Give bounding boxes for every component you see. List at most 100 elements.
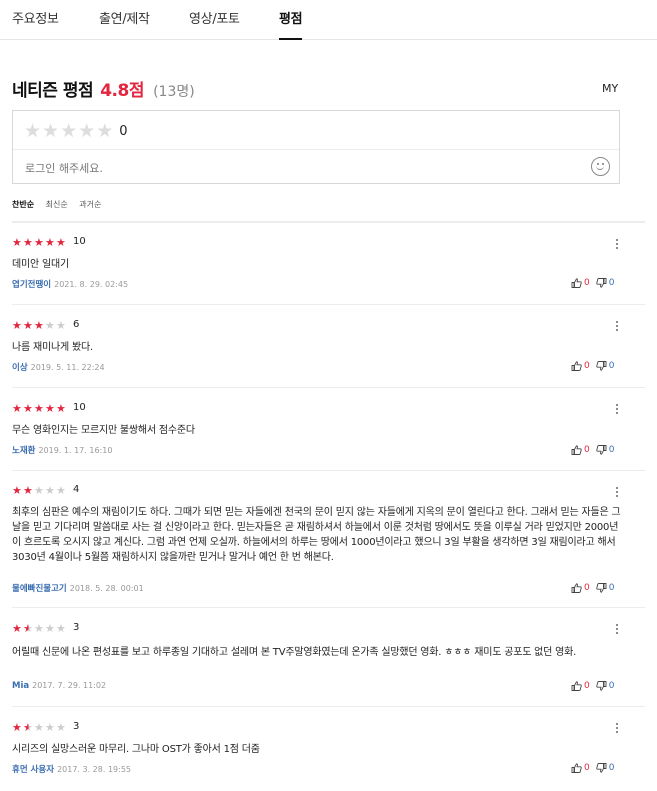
review-author[interactable]: 물에빠진물고기 2018. 5. 28. 00:01 [12,582,144,594]
like-button[interactable]: 0 [571,445,590,455]
review-score: 3 [73,622,80,633]
thumbs-down-icon [596,361,607,371]
sort-by-oldest[interactable]: 과거순 [79,200,101,209]
sort-by-votes[interactable]: 찬반순 [12,200,34,209]
dislike-button[interactable]: 0 [596,361,614,371]
star-icon[interactable]: ★ [78,121,95,141]
rating-average: 4.8점 [100,81,144,101]
tab-bar: 주요정보 출연/제작 영상/포토 평점 [0,0,657,40]
star-icon: ★ [56,720,66,734]
dislike-count: 0 [608,278,615,288]
more-options-icon[interactable] [616,723,620,735]
author-name[interactable]: 물에빠진물고기 [12,584,67,594]
like-button[interactable]: 0 [571,278,590,288]
star-rating-input[interactable]: ★ ★ ★ ★ ★ 0 [24,120,128,142]
tab-cast-crew[interactable]: 출연/제작 [99,8,150,27]
divider [12,706,645,707]
sort-by-newest[interactable]: 최신순 [46,200,68,209]
star-icon: ★ [23,401,33,415]
review-stars: ★ ★ ★ ★ ★ [12,484,67,496]
star-icon: ★ [12,318,22,332]
author-name[interactable]: 휴먼 사용자 [12,765,54,775]
thumbs-up-icon [571,361,582,371]
review-stars: ★ ★ ★ ★ ★ [12,721,67,733]
review-score: 10 [73,402,86,413]
like-button[interactable]: 0 [571,583,590,593]
review-date: 2018. 5. 28. 00:01 [69,584,144,593]
like-button[interactable]: 0 [571,681,590,691]
like-count: 0 [584,445,590,455]
emoji-icon[interactable] [591,157,610,176]
review-text: 나름 재미나게 봤다. [12,342,93,353]
dislike-button[interactable]: 0 [596,763,615,773]
like-button[interactable]: 0 [571,361,590,371]
review-actions: 0 0 [565,763,614,773]
author-name[interactable]: 엽기전땡이 [12,280,51,290]
star-icon[interactable]: ★ [42,121,59,141]
star-icon: ★ [56,318,66,332]
dislike-count: 0 [608,681,615,691]
star-icon: ★ [45,720,55,734]
more-options-icon[interactable] [616,487,620,499]
like-button[interactable]: 0 [571,763,590,773]
star-icon: ★ [56,621,66,635]
dislike-button[interactable]: 0 [596,445,615,455]
dislike-button[interactable]: 0 [596,583,615,593]
rating-header: 네티즌 평점 4.8점 (13명) [12,76,195,101]
tab-video-photo[interactable]: 영상/포토 [189,8,240,27]
star-icon: ★ [45,621,55,635]
star-icon[interactable]: ★ [24,121,41,141]
review-actions: 0 0 [565,278,614,288]
review-text: 데미안 일대기 [12,259,69,270]
star-icon: ★ [34,483,44,497]
author-name[interactable]: 노재환 [12,446,35,456]
star-icon: ★ [45,318,55,332]
review-author[interactable]: 엽기전땡이 2021. 8. 29. 02:45 [12,278,128,290]
author-name[interactable]: Mia [12,681,29,691]
star-icon: ★ [12,235,22,249]
dislike-count: 0 [608,763,615,773]
star-icon: ★ [34,621,44,635]
more-options-icon[interactable] [616,404,620,416]
review-stars: ★ ★ ★ ★ ★ [12,236,67,248]
more-options-icon[interactable] [616,624,620,636]
star-icon[interactable]: ★ [60,121,77,141]
review-stars: ★ ★ ★ ★ ★ [12,402,67,414]
tab-main-info[interactable]: 주요정보 [12,8,59,27]
review-author[interactable]: 휴먼 사용자 2017. 3. 28. 19:55 [12,763,131,775]
review-score: 10 [73,236,86,247]
dislike-button[interactable]: 0 [596,681,615,691]
dislike-button[interactable]: 0 [596,278,615,288]
review-date: 2017. 3. 28. 19:55 [57,765,132,774]
sort-options: 찬반순 최신순 과거순 [12,199,110,210]
review-date: 2019. 5. 11. 22:24 [30,363,105,372]
review-text: 어릴때 신문에 나온 편성표를 보고 하루종일 기대하고 설레며 본 TV주말영… [12,647,577,658]
author-name[interactable]: 이상 [12,363,28,373]
divider [13,149,619,150]
comment-input[interactable]: 로그인 해주세요. [25,160,103,176]
review-author[interactable]: 이상 2019. 5. 11. 22:24 [12,361,105,373]
star-icon[interactable]: ★ [96,121,113,141]
review-author[interactable]: Mia 2017. 7. 29. 11:02 [12,681,106,691]
thumbs-down-icon [596,763,607,773]
input-score: 0 [119,123,128,139]
star-icon: ★ [56,401,66,415]
my-button[interactable]: MY [602,82,618,95]
star-icon: ★ [23,720,33,734]
review-author[interactable]: 노재환 2019. 1. 17. 16:10 [12,444,112,456]
more-options-icon[interactable] [616,239,620,251]
star-icon: ★ [45,483,55,497]
tab-rating[interactable]: 평점 [279,8,303,27]
star-icon: ★ [12,401,22,415]
star-icon: ★ [34,318,44,332]
more-options-icon[interactable] [616,321,620,333]
review-date: 2021. 8. 29. 02:45 [54,280,129,289]
review-date: 2017. 7. 29. 11:02 [32,681,107,690]
review-text: 무슨 영화인지는 모르지만 불쌍해서 점수준다 [12,425,195,436]
star-icon: ★ [23,235,33,249]
dislike-count: 0 [608,583,615,593]
thumbs-up-icon [571,681,582,691]
star-icon: ★ [34,235,44,249]
dislike-count: 0 [608,445,615,455]
star-icon: ★ [34,720,44,734]
